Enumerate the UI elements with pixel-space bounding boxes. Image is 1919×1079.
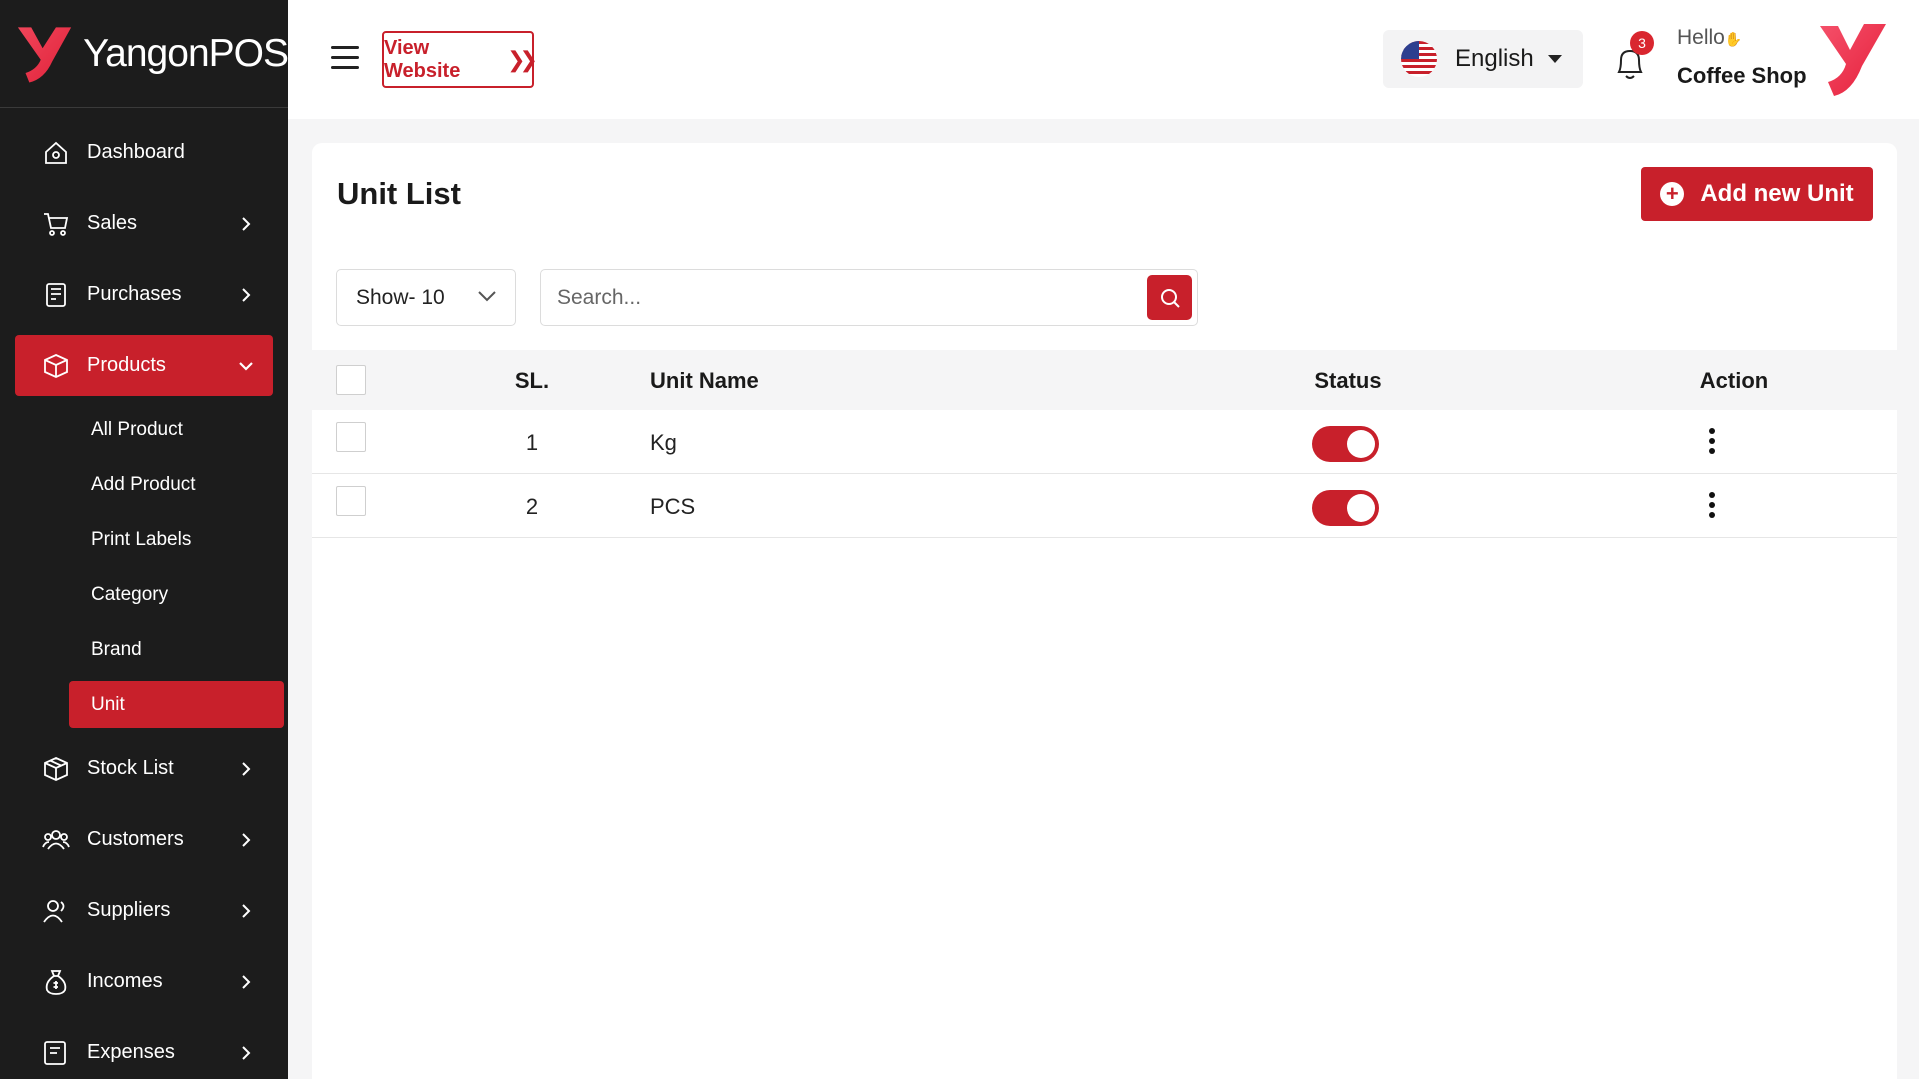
- submenu-item-unit[interactable]: Unit: [69, 681, 284, 728]
- chevron-right-icon: [242, 903, 251, 918]
- hamburger-menu-icon[interactable]: [331, 46, 359, 70]
- package-icon: [41, 754, 71, 784]
- sidebar-item-sales[interactable]: Sales: [15, 193, 273, 254]
- notification-badge: 3: [1630, 31, 1654, 55]
- sidebar-item-label: Stock List: [87, 757, 174, 779]
- us-flag-icon: [1401, 41, 1437, 77]
- language-label: English: [1455, 45, 1534, 72]
- sidebar-item-incomes[interactable]: Incomes: [15, 951, 273, 1012]
- expense-icon: [41, 1038, 71, 1068]
- sidebar-item-expenses[interactable]: Expenses: [15, 1022, 273, 1079]
- sidebar-item-label: Sales: [87, 212, 138, 234]
- sidebar-nav: Dashboard Sales Purchases Products All P…: [0, 108, 288, 1079]
- submenu-item-print-labels[interactable]: Print Labels: [69, 516, 284, 563]
- sidebar-item-purchases[interactable]: Purchases: [15, 264, 273, 325]
- plus-circle-icon: +: [1660, 182, 1685, 206]
- brand-name: YangonPOS: [83, 31, 288, 75]
- sidebar-item-label: Customers: [87, 828, 184, 850]
- shop-name: Coffee Shop: [1677, 63, 1807, 88]
- unit-list-card: Unit List + Add new Unit Show- 10 SL. Un…: [312, 143, 1897, 1079]
- header-status: Status: [1314, 368, 1382, 393]
- sidebar-item-products[interactable]: Products: [15, 335, 273, 396]
- sidebar-item-stock-list[interactable]: Stock List: [15, 738, 273, 799]
- products-submenu: All Product Add Product Print Labels Cat…: [0, 406, 288, 728]
- view-website-button[interactable]: View Website ❯❯: [382, 31, 538, 88]
- submenu-item-all-product[interactable]: All Product: [69, 406, 284, 453]
- chevron-right-icon: [242, 216, 251, 231]
- table-header: SL. Unit Name Status Action: [312, 350, 1897, 410]
- sidebar-item-customers[interactable]: Customers: [15, 809, 273, 870]
- header-unit-name: Unit Name: [650, 368, 759, 393]
- chevron-right-icon: [242, 974, 251, 989]
- sidebar-item-suppliers[interactable]: Suppliers: [15, 880, 273, 941]
- brand-logo-icon: [17, 26, 72, 83]
- view-website-label: View Website: [384, 36, 461, 82]
- language-selector[interactable]: English: [1383, 30, 1583, 88]
- caret-down-icon: [1547, 55, 1562, 63]
- row-sl: 1: [525, 430, 539, 455]
- row-unit-name: Kg: [650, 430, 677, 455]
- status-toggle[interactable]: [1312, 426, 1379, 462]
- supplier-icon: [41, 896, 71, 926]
- page-title: Unit List: [337, 176, 461, 211]
- row-checkbox[interactable]: [336, 486, 366, 516]
- home-icon: [41, 138, 71, 168]
- add-new-unit-label: Add new Unit: [1700, 180, 1854, 207]
- submenu-item-brand[interactable]: Brand: [69, 626, 284, 673]
- header-action: Action: [1699, 368, 1769, 393]
- row-checkbox[interactable]: [336, 422, 366, 452]
- more-vertical-icon[interactable]: [1708, 428, 1716, 458]
- brand[interactable]: YangonPOS: [0, 0, 288, 108]
- sidebar-item-label: Dashboard: [87, 141, 185, 163]
- chevron-down-icon: [239, 361, 253, 371]
- wave-hand-icon: ✋: [1724, 31, 1743, 47]
- cart-icon: [41, 209, 71, 239]
- chevron-right-icon: [242, 1045, 251, 1060]
- sidebar: YangonPOS Dashboard Sales Purchases Prod…: [0, 0, 288, 1079]
- box-icon: [41, 351, 71, 381]
- money-bag-icon: [41, 967, 71, 997]
- table-row: 1 Kg: [312, 410, 1897, 474]
- sidebar-item-label: Incomes: [87, 970, 163, 992]
- more-vertical-icon[interactable]: [1708, 492, 1716, 522]
- chevron-right-icon: [242, 761, 251, 776]
- select-all-checkbox[interactable]: [336, 365, 366, 395]
- row-sl: 2: [525, 494, 539, 519]
- search-box: [540, 269, 1198, 326]
- add-new-unit-button[interactable]: + Add new Unit: [1641, 167, 1873, 221]
- chevron-right-icon: [242, 287, 251, 302]
- header-sl: SL.: [514, 368, 550, 393]
- page-size-value: Show- 10: [356, 285, 445, 309]
- sidebar-item-label: Purchases: [87, 283, 182, 305]
- sidebar-item-label: Suppliers: [87, 899, 171, 921]
- unit-table: SL. Unit Name Status Action 1 Kg 2 PCS: [312, 350, 1897, 538]
- table-row: 2 PCS: [312, 474, 1897, 538]
- top-header: View Website ❯❯ English 3 Hello✋ Coffee …: [288, 0, 1919, 119]
- search-button[interactable]: [1147, 275, 1192, 320]
- submenu-item-add-product[interactable]: Add Product: [69, 461, 284, 508]
- search-icon: [1160, 288, 1180, 308]
- chevron-right-icon: [242, 832, 251, 847]
- status-toggle[interactable]: [1312, 490, 1379, 526]
- chevron-down-icon: [478, 291, 496, 302]
- submenu-item-category[interactable]: Category: [69, 571, 284, 618]
- greeting-text: Hello: [1677, 26, 1725, 49]
- search-input[interactable]: [541, 270, 1141, 325]
- double-chevron-right-icon: ❯❯: [507, 46, 538, 72]
- sidebar-item-label: Expenses: [87, 1041, 175, 1063]
- greeting: Hello✋: [1677, 26, 1742, 50]
- page-size-select[interactable]: Show- 10: [336, 269, 516, 326]
- sidebar-item-label: Products: [87, 354, 166, 376]
- row-unit-name: PCS: [650, 494, 696, 519]
- sidebar-item-dashboard[interactable]: Dashboard: [15, 122, 273, 183]
- users-icon: [41, 825, 71, 855]
- receipt-icon: [41, 280, 71, 310]
- avatar[interactable]: [1816, 20, 1888, 100]
